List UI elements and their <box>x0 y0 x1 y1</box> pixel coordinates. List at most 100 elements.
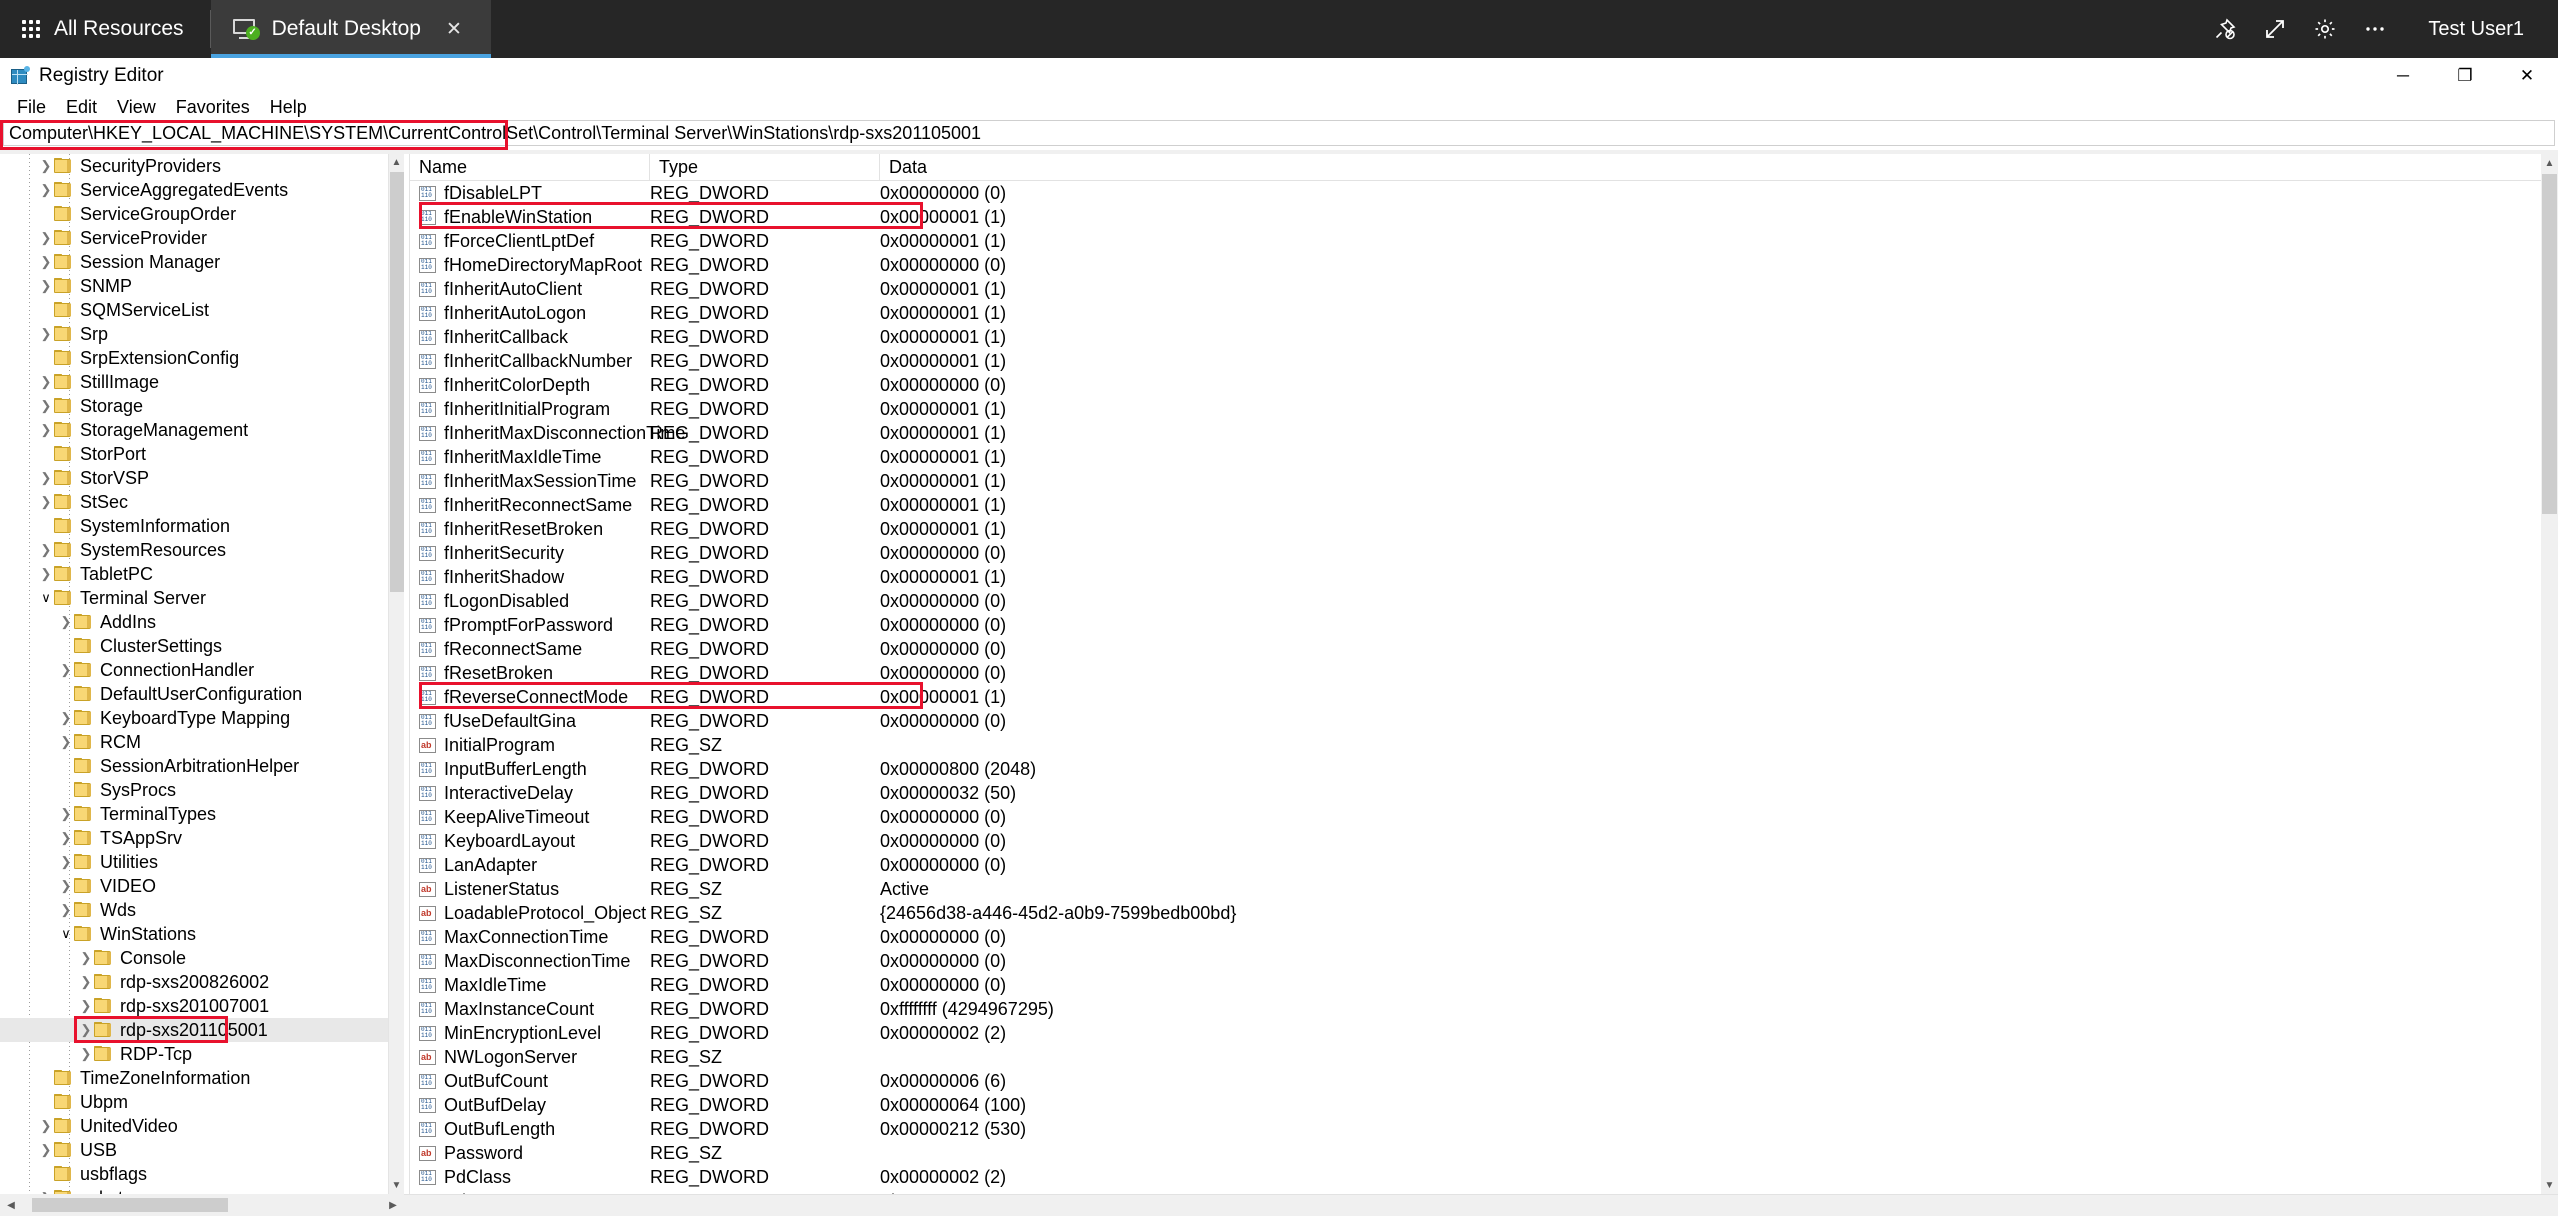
minimize-button[interactable]: ─ <box>2372 58 2434 94</box>
tree-item-usbstor[interactable]: ❯usbstor <box>0 1186 388 1194</box>
chevron-right-icon[interactable]: ❯ <box>58 710 74 726</box>
tree-item-defaultuserconfiguration[interactable]: DefaultUserConfiguration <box>0 682 388 706</box>
tree-item-wds[interactable]: ❯ Wds <box>0 898 388 922</box>
registry-tree-pane[interactable]: ❯ SecurityProviders ❯ ServiceAggregatedEven… <box>0 154 404 1194</box>
value-row[interactable]: fInheritShadow REG_DWORD 0x00000001 (1) <box>410 565 2541 589</box>
value-row[interactable]: fResetBroken REG_DWORD 0x00000000 (0) <box>410 661 2541 685</box>
close-button[interactable]: ✕ <box>2496 58 2558 94</box>
tree-item-winstations[interactable]: ∨ WinStations <box>0 922 388 946</box>
menu-item-edit[interactable]: Edit <box>56 95 107 120</box>
value-row[interactable]: MaxIdleTime REG_DWORD 0x00000000 (0) <box>410 973 2541 997</box>
tree-item-ubpm[interactable]: Ubpm <box>0 1090 388 1114</box>
tree-item-servicegrouporder[interactable]: ServiceGroupOrder <box>0 202 388 226</box>
chevron-right-icon[interactable]: ❯ <box>58 662 74 678</box>
menu-item-view[interactable]: View <box>107 95 166 120</box>
tree-item-tsappsrv[interactable]: ❯ TSAppSrv <box>0 826 388 850</box>
value-row[interactable]: fForceClientLptDef REG_DWORD 0x00000001 (1… <box>410 229 2541 253</box>
value-row[interactable]: fInheritAutoLogon REG_DWORD 0x00000001 (1) <box>410 301 2541 325</box>
chevron-right-icon[interactable]: ❯ <box>38 326 54 342</box>
value-row[interactable]: PdClass REG_DWORD 0x00000002 (2) <box>410 1165 2541 1189</box>
value-row[interactable]: ListenerStatus REG_SZ Active <box>410 877 2541 901</box>
scroll-down-icon[interactable]: ▼ <box>389 1177 404 1194</box>
tree-item-srpextensionconfig[interactable]: SrpExtensionConfig <box>0 346 388 370</box>
value-row[interactable]: fInheritMaxSessionTime REG_DWORD 0x0000000… <box>410 469 2541 493</box>
value-row[interactable]: fInheritReconnectSame REG_DWORD 0x00000001… <box>410 493 2541 517</box>
tree-item-storport[interactable]: StorPort <box>0 442 388 466</box>
chevron-right-icon[interactable]: ❯ <box>38 494 54 510</box>
value-row[interactable]: OutBufLength REG_DWORD 0x00000212 (530) <box>410 1117 2541 1141</box>
scrollbar-thumb[interactable] <box>390 172 404 592</box>
tree-item-keyboardtype-mapping[interactable]: ❯ KeyboardType Mapping <box>0 706 388 730</box>
value-row[interactable]: OutBufCount REG_DWORD 0x00000006 (6) <box>410 1069 2541 1093</box>
gear-icon[interactable] <box>2302 0 2348 58</box>
tree-horizontal-scrollbar[interactable]: ◀ ▶ <box>0 1194 404 1216</box>
registry-values-list[interactable]: fDisableLPTREG_DWORD0x00000000 (0)fEnabl… <box>410 181 2541 1194</box>
tree-item-usb[interactable]: ❯ USB <box>0 1138 388 1162</box>
tree-item-console[interactable]: ❯ Console <box>0 946 388 970</box>
chevron-right-icon[interactable]: ❯ <box>38 566 54 582</box>
scroll-down-icon[interactable]: ▼ <box>2541 1176 2558 1194</box>
tree-item-stsec[interactable]: ❯ StSec <box>0 490 388 514</box>
value-row[interactable]: MaxConnectionTime REG_DWORD 0x00000000 (0) <box>410 925 2541 949</box>
menu-item-help[interactable]: Help <box>260 95 317 120</box>
chevron-right-icon[interactable]: ❯ <box>38 254 54 270</box>
value-row[interactable]: fLogonDisabled REG_DWORD 0x00000000 (0) <box>410 589 2541 613</box>
tree-item-rdp-sxs200826002[interactable]: ❯ rdp-sxs200826002 <box>0 970 388 994</box>
all-resources-button[interactable]: All Resources <box>0 0 210 58</box>
scroll-up-icon[interactable]: ▲ <box>389 154 404 171</box>
tree-item-clustersettings[interactable]: ClusterSettings <box>0 634 388 658</box>
chevron-right-icon[interactable]: ❯ <box>58 854 74 870</box>
tree-item-timezoneinformation[interactable]: TimeZoneInformation <box>0 1066 388 1090</box>
value-row[interactable]: LanAdapter REG_DWORD 0x00000000 (0) <box>410 853 2541 877</box>
tree-item-stillimage[interactable]: ❯ StillImage <box>0 370 388 394</box>
value-row[interactable]: fEnableWinStation REG_DWORD 0x00000001 (1) <box>410 205 2541 229</box>
scrollbar-track[interactable] <box>22 1194 382 1216</box>
address-bar[interactable]: Computer\HKEY_LOCAL_MACHINE\SYSTEM\Curre… <box>3 120 2555 146</box>
tree-item-storvsp[interactable]: ❯ StorVSP <box>0 466 388 490</box>
tree-item-systeminformation[interactable]: SystemInformation <box>0 514 388 538</box>
chevron-right-icon[interactable]: ❯ <box>78 950 94 966</box>
scroll-left-icon[interactable]: ◀ <box>0 1194 22 1216</box>
chevron-right-icon[interactable]: ❯ <box>78 998 94 1014</box>
chevron-right-icon[interactable]: ❯ <box>58 878 74 894</box>
tree-item-serviceprovider[interactable]: ❯ ServiceProvider <box>0 226 388 250</box>
value-row[interactable]: KeyboardLayout REG_DWORD 0x00000000 (0) <box>410 829 2541 853</box>
value-row[interactable]: NWLogonServer REG_SZ <box>410 1045 2541 1069</box>
value-row[interactable]: MaxInstanceCount REG_DWORD 0xffffffff (429… <box>410 997 2541 1021</box>
value-row[interactable]: fInheritSecurity REG_DWORD 0x00000000 (0) <box>410 541 2541 565</box>
tree-item-rdp-tcp[interactable]: ❯ RDP-Tcp <box>0 1042 388 1066</box>
chevron-right-icon[interactable]: ❯ <box>58 902 74 918</box>
value-row[interactable]: LoadableProtocol_ObjectREG_SZ {24656d38-a… <box>410 901 2541 925</box>
tree-item-rdp-sxs201007001[interactable]: ❯ rdp-sxs201007001 <box>0 994 388 1018</box>
value-row[interactable]: Password REG_SZ <box>410 1141 2541 1165</box>
chevron-right-icon[interactable]: ❯ <box>38 230 54 246</box>
value-row[interactable]: fDisableLPT REG_DWORD 0x00000000 (0) <box>410 181 2541 205</box>
value-row[interactable]: fInheritMaxDisconnectionTimeREG_DWORD 0x0… <box>410 421 2541 445</box>
chevron-right-icon[interactable]: ❯ <box>58 614 74 630</box>
scrollbar-thumb[interactable] <box>2542 174 2557 514</box>
tree-item-unitedvideo[interactable]: ❯ UnitedVideo <box>0 1114 388 1138</box>
value-row[interactable]: fUseDefaultGina REG_DWORD 0x00000000 (0) <box>410 709 2541 733</box>
tree-item-tabletpc[interactable]: ❯ TabletPC <box>0 562 388 586</box>
chevron-right-icon[interactable]: ❯ <box>58 734 74 750</box>
value-row[interactable]: fHomeDirectoryMapRoot REG_DWORD 0x00000000… <box>410 253 2541 277</box>
registry-tree-list[interactable]: ❯ SecurityProviders ❯ ServiceAggregatedEven… <box>0 154 388 1194</box>
maximize-button[interactable]: ❐ <box>2434 58 2496 94</box>
column-header-type[interactable]: Type <box>650 154 880 180</box>
chevron-right-icon[interactable]: ❯ <box>38 278 54 294</box>
chevron-right-icon[interactable]: ❯ <box>78 1022 94 1038</box>
tree-item-rdp-sxs201105001[interactable]: ❯ rdp-sxs201105001 <box>0 1018 388 1042</box>
tree-item-usbflags[interactable]: usbflags <box>0 1162 388 1186</box>
value-row[interactable]: fInheritResetBroken REG_DWORD 0x00000001 (… <box>410 517 2541 541</box>
chevron-right-icon[interactable]: ❯ <box>78 974 94 990</box>
more-icon[interactable] <box>2352 0 2398 58</box>
chevron-down-icon[interactable]: ∨ <box>38 590 54 606</box>
fullscreen-icon[interactable] <box>2252 0 2298 58</box>
tree-item-serviceaggregatedevents[interactable]: ❯ ServiceAggregatedEvents <box>0 178 388 202</box>
value-row[interactable]: fPromptForPassword REG_DWORD 0x00000000 (0… <box>410 613 2541 637</box>
value-row[interactable]: OutBufDelay REG_DWORD 0x00000064 (100) <box>410 1093 2541 1117</box>
tree-item-sessionarbitrationhelper[interactable]: SessionArbitrationHelper <box>0 754 388 778</box>
tree-item-utilities[interactable]: ❯ Utilities <box>0 850 388 874</box>
value-row[interactable]: fInheritCallbackNumber REG_DWORD 0x0000000… <box>410 349 2541 373</box>
chevron-right-icon[interactable]: ❯ <box>38 542 54 558</box>
